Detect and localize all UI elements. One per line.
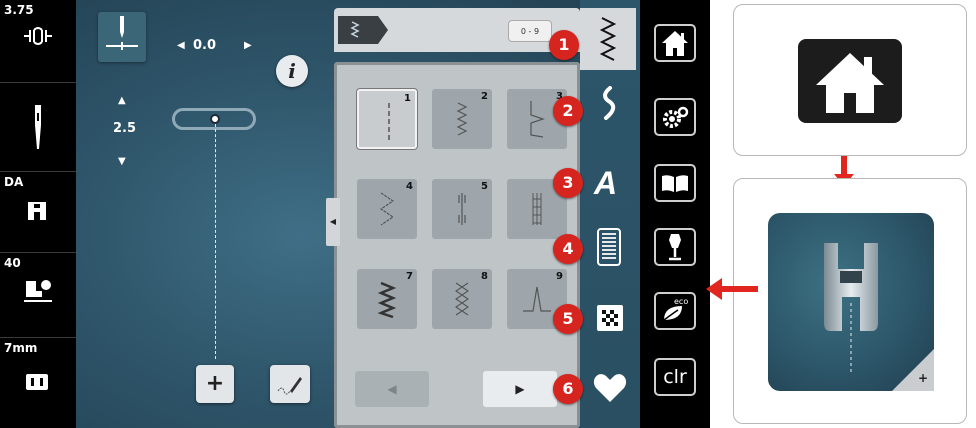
category-quilting[interactable] <box>596 304 624 336</box>
needle-plate-icon <box>106 16 138 50</box>
quilt-stitch-icon <box>597 305 623 331</box>
stitch-width-value: 3.75 <box>4 3 34 17</box>
home-icon <box>662 31 688 56</box>
heart-icon <box>593 374 627 402</box>
info-icon: i <box>288 59 296 83</box>
home-button-enlarged <box>798 39 902 123</box>
satin-zigzag-stitch-icon <box>377 281 397 319</box>
stitch-tile-5[interactable]: 5 <box>432 179 492 239</box>
badge-5: 5 <box>553 304 583 334</box>
prev-page-button[interactable]: ◀ <box>355 371 429 407</box>
badge-3: 3 <box>553 168 583 198</box>
presser-pressure-icon <box>24 280 52 302</box>
increase-length-icon[interactable]: ▲ <box>118 95 126 106</box>
stitch-plate-display[interactable] <box>98 12 146 62</box>
needle-position-handle[interactable] <box>210 114 220 124</box>
edit-stitch-button[interactable] <box>270 365 310 403</box>
stitch-tile-1[interactable]: 1 <box>357 89 417 149</box>
plus-corner-label: + <box>918 371 929 385</box>
stitch-tile-2[interactable]: 2 <box>432 89 492 149</box>
presser-pressure-value: 40 <box>4 256 21 270</box>
stitch-tile-7[interactable]: 7 <box>357 269 417 329</box>
needle-item[interactable] <box>0 83 76 171</box>
badge-1: 1 <box>549 30 579 60</box>
presser-foot-large-icon <box>824 243 934 391</box>
stitch-selection-panel: 0 - 9 1 2 3 4 5 6 7 <box>326 0 580 428</box>
eco-button[interactable]: eco <box>654 292 696 330</box>
setup-button[interactable] <box>654 98 696 136</box>
prev-page-icon: ◀ <box>387 382 397 396</box>
zigzag-stitch-icon <box>456 102 468 136</box>
back-tab[interactable] <box>338 16 388 44</box>
stitch-length-value: 2.5 <box>113 121 137 136</box>
running-zigzag-stitch-icon <box>379 192 395 226</box>
direct-entry-button[interactable]: 0 - 9 <box>508 20 552 42</box>
left-arrow-icon <box>706 278 758 300</box>
presser-foot-callout: + <box>733 178 967 424</box>
presser-foot-item[interactable]: DA <box>0 172 76 252</box>
dress-form-icon <box>669 234 681 261</box>
stitch-grid: 1 2 3 4 5 6 7 8 <box>334 62 580 428</box>
increase-position-icon[interactable]: ▶ <box>244 40 252 51</box>
category-buttonholes[interactable] <box>596 228 622 270</box>
stitch-line-preview <box>215 124 216 359</box>
next-page-icon: ▶ <box>515 382 525 396</box>
decrease-position-icon[interactable]: ◀ <box>177 40 185 51</box>
presser-pressure-item[interactable]: 40 <box>0 253 76 337</box>
honeycomb-stitch-icon <box>455 282 469 316</box>
creative-consultant-button[interactable] <box>654 228 696 266</box>
needle-size-value: 7mm <box>4 341 38 355</box>
gear-icon <box>663 106 689 128</box>
stitch-tile-4[interactable]: 4 <box>357 179 417 239</box>
category-practical-selected[interactable] <box>580 8 636 70</box>
direct-entry-label: 0 - 9 <box>520 27 540 36</box>
eco-label: eco <box>674 297 689 306</box>
category-alphabet[interactable]: A <box>594 166 624 200</box>
stitch-position-value: 0.0 <box>193 38 217 53</box>
triple-straight-stitch-icon <box>458 193 466 225</box>
decorative-stitch-icon <box>603 86 616 120</box>
practical-stitch-icon <box>599 17 617 61</box>
home-button[interactable] <box>654 24 696 62</box>
left-status-bar: 3.75 DA 40 7mm <box>0 0 76 428</box>
stitch-width-icon <box>24 27 52 45</box>
straight-stitch-icon <box>388 103 390 141</box>
stitch-tile-8[interactable]: 8 <box>432 269 492 329</box>
panel-header: 0 - 9 <box>334 8 580 52</box>
presser-foot-enlarged: + <box>768 213 934 391</box>
info-button[interactable]: i <box>276 55 308 87</box>
presser-foot-label: DA <box>4 175 24 189</box>
pencil-stitch-icon <box>277 377 302 395</box>
decrease-length-icon[interactable]: ▼ <box>118 156 126 167</box>
stitch-plate-icon <box>26 374 48 390</box>
home-icon-large <box>816 53 884 113</box>
alphabet-icon: A <box>594 165 618 201</box>
clr-button[interactable]: clr <box>654 358 696 396</box>
category-favorites[interactable] <box>592 372 628 408</box>
guide-button[interactable] <box>654 164 696 202</box>
presser-foot-icon <box>28 202 46 220</box>
badge-2: 2 <box>553 96 583 126</box>
category-decorative[interactable] <box>596 86 620 124</box>
badge-6: 6 <box>553 374 583 404</box>
next-page-button[interactable]: ▶ <box>483 371 557 407</box>
badge-4: 4 <box>553 234 583 264</box>
stitch-category-column: A <box>580 0 640 428</box>
buttonhole-icon <box>597 228 621 266</box>
clr-label: clr <box>663 366 687 388</box>
stitch-tab-icon <box>350 21 360 38</box>
add-button[interactable]: + <box>196 365 234 403</box>
stitch-width-item[interactable]: 3.75 <box>0 0 76 82</box>
needle-size-item[interactable]: 7mm <box>0 338 76 428</box>
book-icon <box>662 175 688 192</box>
right-function-bar: eco clr <box>640 0 710 428</box>
needle-icon <box>35 105 41 149</box>
home-callout <box>733 4 967 156</box>
plus-icon: + <box>205 371 225 396</box>
collapse-panel-tab[interactable]: ◀ <box>326 198 340 246</box>
collapse-icon: ◀ <box>329 217 337 226</box>
